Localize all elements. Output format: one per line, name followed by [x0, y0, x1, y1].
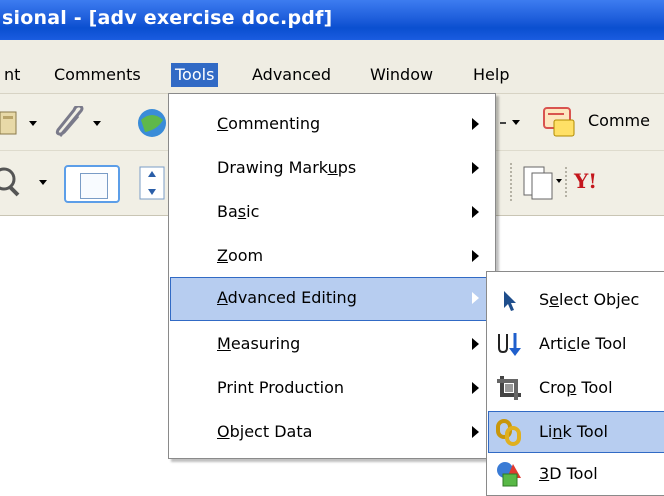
menu-item-article-tool[interactable]: Article Tool	[489, 324, 664, 364]
toolbar-separator	[510, 163, 512, 203]
dropdown-arrow-icon[interactable]	[92, 120, 102, 128]
page-icon	[80, 173, 108, 199]
menu-item-3d-tool[interactable]: 3D Tool	[489, 454, 664, 494]
submenu-arrow-icon	[472, 250, 479, 262]
window-title: sional - [adv exercise doc.pdf]	[2, 7, 333, 29]
submenu-arrow-icon	[472, 206, 479, 218]
submenu-arrow-icon	[472, 338, 479, 350]
menu-item-drawing-markups[interactable]: Drawing Markups	[171, 148, 491, 190]
crop-tool-icon	[497, 376, 521, 400]
menu-item-object-data[interactable]: Object Data	[171, 412, 491, 454]
menu-item-measuring[interactable]: Measuring	[171, 324, 491, 366]
chrome-gap	[0, 40, 664, 58]
3d-tool-icon	[497, 462, 521, 487]
advanced-editing-submenu: Select Objec Article Tool Crop Tool Link…	[486, 271, 664, 496]
menu-item-basic[interactable]: Basic	[171, 192, 491, 234]
svg-text:Y!: Y!	[573, 169, 597, 193]
dropdown-arrow-icon[interactable]	[500, 118, 522, 130]
tools-menu: Commenting Drawing Markups Basic Zoom Ad…	[168, 93, 496, 459]
select-object-icon	[504, 291, 516, 311]
dropdown-arrow-icon[interactable]	[38, 179, 48, 187]
menu-item-print-production[interactable]: Print Production	[171, 368, 491, 410]
fit-width-icon[interactable]	[138, 165, 168, 201]
menu-item-link-tool[interactable]: Link Tool	[488, 411, 664, 453]
menu-window[interactable]: Window	[366, 63, 437, 87]
submenu-arrow-icon	[472, 382, 479, 394]
submenu-arrow-icon	[472, 292, 479, 304]
dropdown-arrow-icon[interactable]	[28, 120, 38, 128]
attach-icon[interactable]	[50, 106, 88, 140]
menu-item-zoom[interactable]: Zoom	[171, 236, 491, 278]
menu-item-commenting[interactable]: Commenting	[171, 104, 491, 146]
yahoo-icon[interactable]: Y!	[572, 169, 612, 193]
menu-bar: nt Comments Tools Advanced Window Help	[0, 58, 664, 94]
document-icon[interactable]	[0, 108, 26, 138]
menu-help[interactable]: Help	[469, 63, 513, 87]
comment-icon[interactable]	[542, 104, 578, 140]
single-page-button[interactable]	[64, 165, 120, 203]
menu-document[interactable]: nt	[0, 63, 24, 87]
menu-item-select-object[interactable]: Select Objec	[489, 280, 664, 320]
submenu-arrow-icon	[472, 426, 479, 438]
submenu-arrow-icon	[472, 118, 479, 130]
menu-item-advanced-editing[interactable]: Advanced Editing	[170, 277, 492, 321]
menu-advanced[interactable]: Advanced	[248, 63, 335, 87]
menu-comments[interactable]: Comments	[50, 63, 145, 87]
menu-tools[interactable]: Tools	[171, 63, 219, 87]
menu-item-crop-tool[interactable]: Crop Tool	[489, 368, 664, 408]
email-icon[interactable]	[135, 106, 169, 140]
page-layout-icon[interactable]	[522, 163, 570, 201]
submenu-arrow-icon	[472, 162, 479, 174]
zoom-icon[interactable]	[0, 165, 22, 199]
link-tool-icon	[496, 419, 521, 446]
comment-button-label[interactable]: Comme	[588, 111, 650, 130]
title-bar: sional - [adv exercise doc.pdf]	[0, 0, 664, 40]
article-tool-icon	[498, 333, 521, 356]
